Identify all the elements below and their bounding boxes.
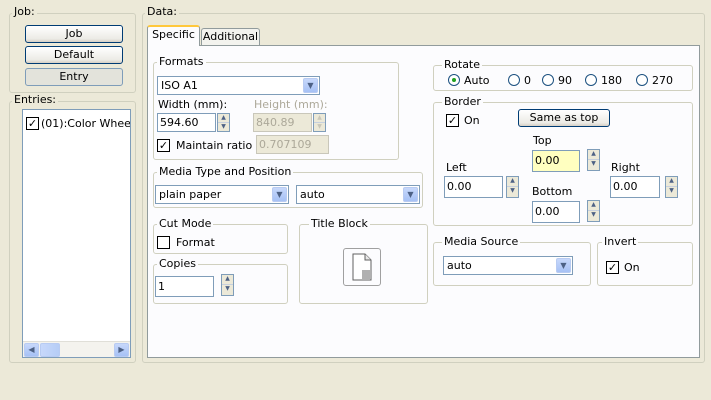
- spin-down-icon[interactable]: ▼: [666, 187, 677, 197]
- rotate-90-label: 90: [558, 74, 572, 87]
- invert-on-label: On: [624, 261, 640, 274]
- maintain-ratio-label: Maintain ratio: [176, 139, 253, 152]
- invert-legend: Invert: [602, 235, 639, 248]
- chevron-down-icon[interactable]: ▼: [272, 187, 287, 202]
- list-item[interactable]: ✓ (01):Color Whee: [26, 117, 131, 131]
- top-stepper[interactable]: ▲ ▼: [587, 149, 600, 171]
- data-legend: Data:: [145, 5, 179, 18]
- maintain-ratio-checkbox[interactable]: ✓: [157, 139, 170, 152]
- cut-format-checkbox[interactable]: [157, 236, 170, 249]
- format-select[interactable]: ISO A1 ▼: [157, 76, 320, 95]
- rotate-180-label: 180: [601, 74, 622, 87]
- media-type-select[interactable]: plain paper ▼: [155, 185, 289, 204]
- left-label: Left: [446, 161, 467, 174]
- chevron-down-icon[interactable]: ▼: [403, 187, 418, 202]
- scroll-left-icon[interactable]: ◀: [24, 343, 39, 357]
- default-button[interactable]: Default: [25, 46, 123, 64]
- rotate-0-radio[interactable]: [508, 74, 520, 86]
- spin-up-icon[interactable]: ▲: [588, 201, 599, 211]
- rotate-auto-radio[interactable]: [448, 74, 460, 86]
- copies-field[interactable]: 1: [155, 276, 214, 297]
- bottom-field[interactable]: 0.00: [532, 201, 580, 223]
- entries-list[interactable]: ✓ (01):Color Whee ◀ ▶: [22, 109, 131, 358]
- entry-label: (01):Color Whee: [41, 117, 131, 130]
- invert-on-checkbox[interactable]: ✓: [606, 261, 619, 274]
- spin-up-icon[interactable]: ▲: [222, 275, 233, 285]
- border-on-checkbox[interactable]: ✓: [446, 114, 459, 127]
- rotate-0-label: 0: [524, 74, 531, 87]
- bottom-stepper[interactable]: ▲ ▼: [587, 200, 600, 222]
- title-block-legend: Title Block: [309, 217, 370, 230]
- rotate-90-radio[interactable]: [542, 74, 554, 86]
- spin-down-icon[interactable]: ▼: [507, 187, 518, 197]
- tab-specific[interactable]: Specific: [147, 25, 200, 46]
- cut-mode-legend: Cut Mode: [157, 217, 214, 230]
- spin-up-icon: ▲: [314, 114, 325, 123]
- entry-checkbox[interactable]: ✓: [26, 117, 39, 130]
- tab-additional[interactable]: Additional: [201, 28, 260, 46]
- scroll-thumb[interactable]: [40, 343, 60, 357]
- left-field[interactable]: 0.00: [444, 176, 503, 198]
- ratio-field: 0.707109: [256, 135, 329, 154]
- spin-down-icon[interactable]: ▼: [588, 160, 599, 170]
- copies-legend: Copies: [157, 257, 198, 270]
- media-position-select[interactable]: auto ▼: [296, 185, 420, 204]
- rotate-270-label: 270: [652, 74, 673, 87]
- rotate-legend: Rotate: [442, 58, 483, 71]
- scroll-right-icon[interactable]: ▶: [114, 343, 129, 357]
- right-label: Right: [611, 161, 640, 174]
- page-icon: [352, 253, 372, 281]
- top-field[interactable]: 0.00: [532, 150, 580, 172]
- width-stepper[interactable]: ▲ ▼: [217, 113, 230, 132]
- spin-up-icon[interactable]: ▲: [588, 150, 599, 160]
- chevron-down-icon[interactable]: ▼: [303, 78, 318, 93]
- cut-format-label: Format: [176, 236, 215, 249]
- rotate-180-radio[interactable]: [585, 74, 597, 86]
- spin-up-icon[interactable]: ▲: [218, 114, 229, 123]
- formats-legend: Formats: [157, 55, 206, 68]
- rotate-auto-label: Auto: [464, 74, 490, 87]
- height-stepper: ▲ ▼: [313, 113, 326, 132]
- spin-down-icon[interactable]: ▼: [218, 123, 229, 132]
- height-label: Height (mm):: [254, 98, 328, 111]
- entries-legend: Entries:: [12, 93, 59, 106]
- right-stepper[interactable]: ▲ ▼: [665, 176, 678, 198]
- media-source-select[interactable]: auto ▼: [443, 256, 573, 275]
- height-field: 840.89: [253, 113, 312, 132]
- copies-stepper[interactable]: ▲ ▼: [221, 274, 234, 296]
- rotate-270-radio[interactable]: [636, 74, 648, 86]
- spin-down-icon: ▼: [317, 122, 322, 130]
- bottom-label: Bottom: [532, 185, 573, 198]
- spin-up-icon[interactable]: ▲: [507, 177, 518, 187]
- width-field[interactable]: 594.60: [157, 113, 216, 132]
- media-legend: Media Type and Position: [157, 165, 294, 178]
- horizontal-scrollbar[interactable]: ◀ ▶: [23, 341, 130, 357]
- same-as-top-button[interactable]: Same as top: [518, 109, 610, 127]
- border-legend: Border: [442, 95, 483, 108]
- spin-down-icon[interactable]: ▼: [222, 285, 233, 295]
- border-on-label: On: [464, 114, 480, 127]
- chevron-down-icon[interactable]: ▼: [556, 258, 571, 273]
- job-legend: Job:: [12, 5, 37, 18]
- right-field[interactable]: 0.00: [610, 176, 660, 198]
- top-label: Top: [533, 134, 552, 147]
- spin-up-icon[interactable]: ▲: [666, 177, 677, 187]
- left-stepper[interactable]: ▲ ▼: [506, 176, 519, 198]
- title-block-button[interactable]: [343, 248, 381, 286]
- media-source-legend: Media Source: [442, 235, 521, 248]
- entry-button[interactable]: Entry: [25, 68, 123, 86]
- job-button[interactable]: Job: [25, 25, 123, 43]
- width-label: Width (mm):: [158, 98, 228, 111]
- spin-down-icon[interactable]: ▼: [588, 211, 599, 221]
